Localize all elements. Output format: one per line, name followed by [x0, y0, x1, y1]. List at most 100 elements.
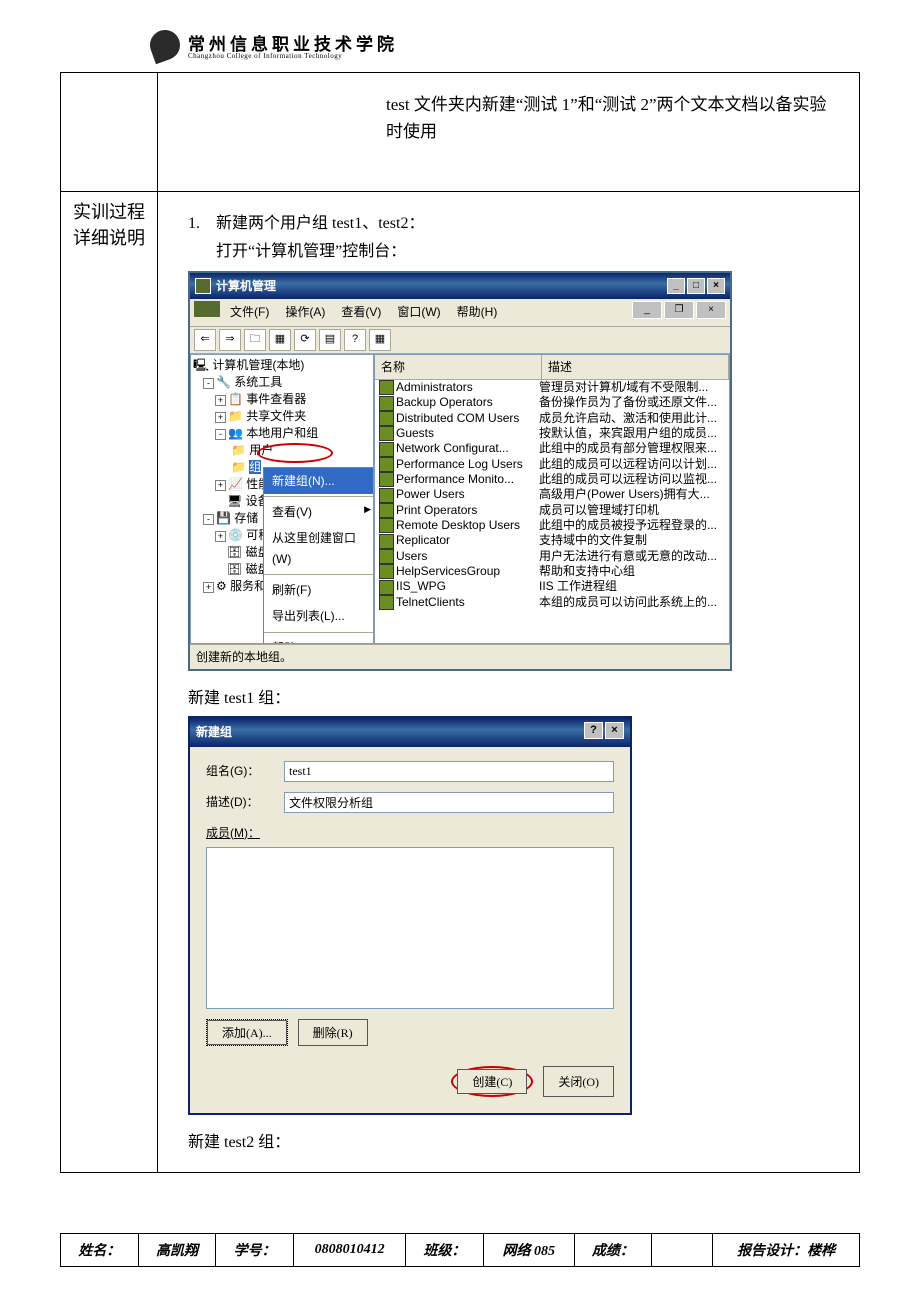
tree-shared[interactable]: 共享文件夹	[246, 409, 306, 423]
group-icon	[379, 396, 394, 411]
up-folder-icon[interactable]: 🗀	[244, 329, 266, 351]
list-item[interactable]: Backup Operators备份操作员为了备份或还原文件...	[375, 395, 729, 410]
group-icon	[379, 472, 394, 487]
mdi-restore-icon[interactable]: ❐	[664, 301, 694, 319]
ctx-help[interactable]: 帮助(H)	[264, 635, 374, 644]
remove-button[interactable]: 删除(R)	[298, 1019, 368, 1046]
dlg-close-icon[interactable]: ×	[605, 722, 624, 739]
tree-localusers[interactable]: 本地用户和组	[246, 426, 318, 440]
help-icon[interactable]: ?	[344, 329, 366, 351]
ft-report-design: 报告设计：楼桦	[713, 1234, 860, 1267]
ctx-export[interactable]: 导出列表(L)...	[264, 603, 374, 629]
cm-status-bar: 创建新的本地组。	[190, 644, 730, 669]
list-item[interactable]: Performance Log Users此组的成员可以远程访问以计划...	[375, 457, 729, 472]
list-item[interactable]: IIS_WPGIIS 工作进程组	[375, 579, 729, 594]
forward-icon[interactable]: ⇒	[219, 329, 241, 351]
group-icon	[379, 549, 394, 564]
group-icon	[379, 564, 394, 579]
cm-tree[interactable]: 🖳 计算机管理(本地) -🔧 系统工具 +📋 事件查看器 +📁 共享文件夹 -👥…	[190, 354, 374, 644]
group-icon	[379, 457, 394, 472]
back-icon[interactable]: ⇐	[194, 329, 216, 351]
list-item[interactable]: Power Users高级用户(Power Users)拥有大...	[375, 487, 729, 502]
export-icon[interactable]: ▤	[319, 329, 341, 351]
list-item[interactable]: Administrators管理员对计算机/域有不受限制...	[375, 380, 729, 395]
group-icon	[379, 595, 394, 610]
list-item[interactable]: Distributed COM Users成员允许启动、激活和使用此计...	[375, 411, 729, 426]
cm-menu-bar: 文件(F) 操作(A) 查看(V) 窗口(W) 帮助(H) _ ❐ ×	[190, 299, 730, 326]
list-item[interactable]: Users用户无法进行有意或无意的改动...	[375, 549, 729, 564]
group-icon	[379, 442, 394, 457]
list-item[interactable]: Network Configurat...此组中的成员有部分管理权限来...	[375, 441, 729, 456]
tree-groups[interactable]: 组	[249, 460, 261, 474]
menu-action[interactable]: 操作(A)	[279, 301, 331, 323]
cm-toolbar: ⇐ ⇒ 🗀 ▦ ⟳ ▤ ? ▦	[190, 327, 730, 354]
blank-left-cell	[61, 73, 158, 192]
ft-class-lbl: 班级：	[406, 1234, 484, 1267]
college-logo-header: 常州信息职业技术学院 Changzhou College of Informat…	[60, 30, 860, 60]
document-table: test 文件夹内新建“测试 1”和“测试 2”两个文本文档以备实验时使用 实训…	[60, 72, 860, 1173]
mdi-close-icon[interactable]: ×	[696, 301, 726, 319]
input-group-name[interactable]	[284, 761, 614, 782]
group-icon	[379, 488, 394, 503]
cm-app-icon	[195, 278, 211, 294]
col-name[interactable]: 名称	[375, 355, 542, 379]
dlg-help-icon[interactable]: ?	[584, 722, 603, 739]
list-item[interactable]: TelnetClients本组的成员可以访问此系统上的...	[375, 595, 729, 610]
computer-mgmt-window: 计算机管理 _ □ × 文件(F) 操作(A) 查看(V)	[188, 271, 732, 671]
group-icon	[379, 380, 394, 395]
menu-view[interactable]: 查看(V)	[335, 301, 387, 323]
tree-storage[interactable]: 存储	[234, 511, 258, 525]
maximize-icon[interactable]: □	[687, 278, 705, 294]
list-item[interactable]: Replicator支持域中的文件复制	[375, 533, 729, 548]
menu-window[interactable]: 窗口(W)	[391, 301, 446, 323]
step1-line2: 打开“计算机管理”控制台：	[216, 238, 424, 265]
ft-id-lbl: 学号：	[216, 1234, 294, 1267]
tree-users[interactable]: 用户	[249, 443, 273, 457]
list-item[interactable]: Print Operators成员可以管理域打印机	[375, 503, 729, 518]
menu-icon	[194, 301, 220, 317]
members-listbox[interactable]	[206, 847, 614, 1009]
ctx-refresh[interactable]: 刷新(F)	[264, 577, 374, 603]
cm-title-bar: 计算机管理 _ □ ×	[190, 273, 730, 299]
close-button[interactable]: 关闭(O)	[543, 1066, 614, 1097]
close-icon[interactable]: ×	[707, 278, 725, 294]
list-item[interactable]: Performance Monito...此组的成员可以远程访问以监视...	[375, 472, 729, 487]
list-item[interactable]: Remote Desktop Users此组中的成员被授予远程登录的...	[375, 518, 729, 533]
refresh-icon[interactable]: ⟳	[294, 329, 316, 351]
lbl-description: 描述(D)：	[206, 792, 284, 812]
cm-list-pane[interactable]: 名称 描述 Administrators管理员对计算机/域有不受限制...Bac…	[374, 354, 730, 644]
ctx-view[interactable]: 查看(V)	[264, 499, 374, 525]
col-desc[interactable]: 描述	[542, 355, 729, 379]
menu-help[interactable]: 帮助(H)	[451, 301, 504, 323]
views-icon[interactable]: ▦	[269, 329, 291, 351]
tree-root[interactable]: 计算机管理(本地)	[212, 358, 304, 372]
side-label-2: 详细说明	[69, 224, 149, 250]
footer-table: 姓名： 高凯翔 学号： 0808010412 班级： 网络 085 成绩： 报告…	[60, 1233, 860, 1267]
step1-number: 1.	[188, 210, 200, 264]
group-icon	[379, 580, 394, 595]
ft-name-val: 高凯翔	[138, 1234, 216, 1267]
minimize-icon[interactable]: _	[667, 278, 685, 294]
list-item[interactable]: HelpServicesGroup帮助和支持中心组	[375, 564, 729, 579]
side-label-cell: 实训过程 详细说明	[61, 192, 158, 1173]
step2-line: 新建 test1 组：	[188, 685, 839, 712]
content-cell: 1. 新建两个用户组 test1、test2： 打开“计算机管理”控制台： 计算…	[158, 192, 860, 1173]
tree-services[interactable]: 服务和	[230, 579, 266, 593]
add-button[interactable]: 添加(A)...	[207, 1020, 287, 1045]
tree-systools[interactable]: 系统工具	[234, 375, 282, 389]
step1-line1: 新建两个用户组 test1、test2：	[216, 210, 424, 237]
input-description[interactable]	[284, 792, 614, 813]
ctx-from-here[interactable]: 从这里创建窗口(W)	[264, 525, 374, 572]
list-body: Administrators管理员对计算机/域有不受限制...Backup Op…	[375, 380, 729, 610]
side-label-1: 实训过程	[69, 198, 149, 224]
tree-eventviewer[interactable]: 事件查看器	[246, 392, 306, 406]
menu-file[interactable]: 文件(F)	[224, 301, 275, 323]
ft-id-val: 0808010412	[294, 1234, 406, 1267]
create-button[interactable]: 创建(C)	[457, 1069, 527, 1094]
mdi-minimize-icon[interactable]: _	[632, 301, 662, 319]
group-icon	[379, 411, 394, 426]
ctx-new-group[interactable]: 新建组(N)...	[264, 468, 374, 494]
list-item[interactable]: Guests按默认值，来宾跟用户组的成员...	[375, 426, 729, 441]
extra-icon[interactable]: ▦	[369, 329, 391, 351]
group-icon	[379, 518, 394, 533]
